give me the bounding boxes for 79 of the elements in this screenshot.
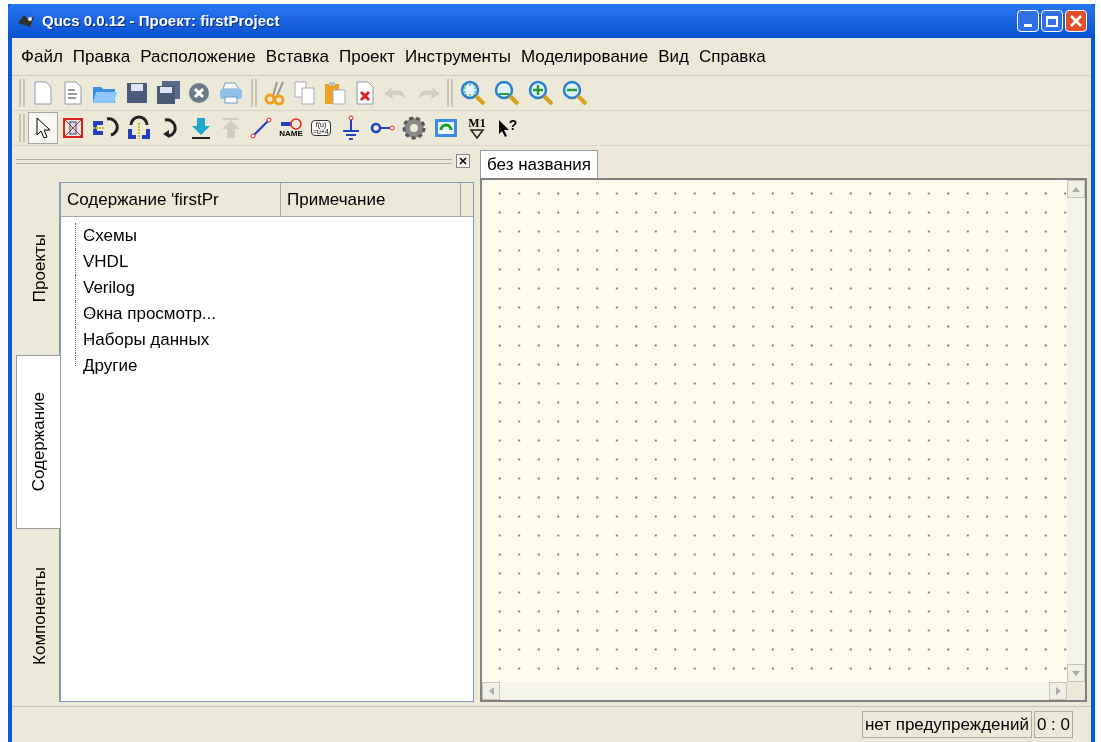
pages-icon	[293, 80, 317, 106]
zoom-fit-icon	[459, 79, 487, 107]
horizontal-scrollbar[interactable]	[482, 682, 1067, 700]
toolbar-grip[interactable]	[251, 79, 257, 107]
toolbar-button[interactable]	[28, 112, 58, 144]
status-message: нет предупреждений	[861, 710, 1032, 739]
window-title: Qucs 0.0.12 - Проект: firstProject	[42, 10, 280, 31]
pointer-icon	[496, 118, 509, 138]
menu-item[interactable]: Вид	[653, 43, 694, 70]
tree-item[interactable]: Схемы	[83, 223, 137, 249]
document-tab[interactable]: без названия	[480, 150, 598, 178]
close-icon	[1070, 15, 1082, 27]
scrollbar-corner	[1067, 682, 1085, 700]
pointer-icon	[34, 116, 52, 140]
scroll-right-button[interactable]	[1049, 682, 1067, 700]
menu-item[interactable]: Файл	[16, 43, 68, 70]
tree-item[interactable]: Окна просмотр...	[83, 301, 217, 327]
vertical-scrollbar[interactable]	[1067, 180, 1085, 682]
scissors-icon	[263, 80, 287, 106]
maximize-button[interactable]	[1041, 10, 1063, 32]
document-icon	[31, 80, 55, 106]
cursor-position: 0 : 0	[1033, 710, 1073, 739]
left-arrow-icon	[488, 687, 494, 695]
up-arrow-icon	[1072, 186, 1080, 192]
toolbar-button[interactable]: M1	[462, 112, 492, 144]
port-icon	[369, 120, 395, 136]
column-header[interactable]: Примечание	[281, 183, 461, 216]
mirror-icon	[125, 115, 153, 141]
menu-item[interactable]: Правка	[67, 43, 136, 70]
clipboard-icon	[323, 80, 347, 106]
marker-text: M1	[468, 117, 486, 129]
down-arrow-icon	[1072, 670, 1080, 676]
wire-icon	[249, 116, 273, 140]
tree-item[interactable]: VHDL	[83, 249, 129, 275]
minimize-icon	[1024, 24, 1032, 27]
app-logo-icon	[16, 13, 36, 29]
gear-icon	[401, 115, 427, 141]
dock-close-button[interactable]	[456, 154, 470, 168]
menu-item[interactable]: Моделирование	[516, 43, 654, 70]
toolbar-grip[interactable]	[447, 79, 453, 107]
label-text: NAME	[279, 130, 303, 138]
scroll-left-button[interactable]	[482, 682, 500, 700]
tree-item[interactable]: Verilog	[83, 275, 135, 301]
pin-icon	[279, 118, 303, 130]
tree-item[interactable]: Наборы данных	[83, 327, 210, 353]
close-button[interactable]	[1065, 10, 1087, 32]
component-box-icon	[61, 116, 85, 140]
zoom-icon	[493, 79, 521, 107]
question-mark: ?	[508, 118, 518, 132]
toolbar-button[interactable]: NAME	[276, 112, 306, 144]
printer-icon	[217, 81, 245, 105]
delete-document-icon	[353, 80, 377, 106]
up-arrow-icon	[220, 116, 242, 140]
close-icon	[187, 81, 211, 105]
right-arrow-icon	[1055, 687, 1061, 695]
toolbar-button[interactable]: ?	[492, 112, 522, 144]
menu-item[interactable]: Вставка	[260, 43, 334, 70]
zoom-in-icon	[527, 79, 555, 107]
text-document-icon	[61, 80, 85, 106]
zoom-out-icon	[561, 79, 589, 107]
down-arrow-icon	[189, 116, 213, 140]
toolbar-grip[interactable]	[19, 114, 25, 142]
scroll-down-button[interactable]	[1067, 664, 1085, 682]
floppy-disks-icon	[155, 80, 181, 106]
menu-item[interactable]: Расположение	[135, 43, 261, 70]
scroll-up-button[interactable]	[1067, 180, 1085, 198]
menu-item[interactable]: Инструменты	[400, 43, 516, 70]
side-tab[interactable]: Содержание	[16, 354, 60, 530]
marker-triangle-icon	[469, 129, 485, 139]
maximize-icon	[1046, 15, 1058, 27]
minimize-button[interactable]	[1017, 10, 1039, 32]
menu-item[interactable]: Проект	[334, 43, 400, 70]
menu-item[interactable]: Справка	[693, 43, 771, 70]
column-header[interactable]: Содержание 'firstPr	[61, 183, 281, 216]
close-icon	[459, 157, 467, 165]
tree-item[interactable]: Другие	[83, 353, 138, 379]
toolbar-grip[interactable]	[19, 79, 25, 107]
ground-icon	[341, 115, 361, 141]
monitor-icon	[433, 116, 459, 140]
